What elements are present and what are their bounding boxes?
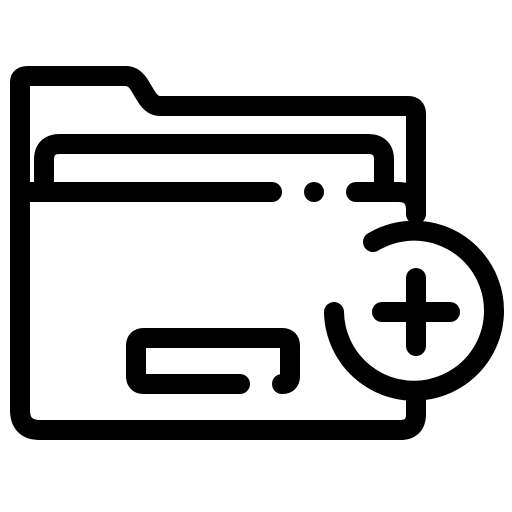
add-folder-icon bbox=[10, 66, 504, 440]
folder-front-edge-right bbox=[346, 182, 426, 220]
icon-canvas bbox=[0, 0, 512, 512]
folder-label-slot-icon bbox=[126, 328, 300, 394]
folder-inner-sheet-icon bbox=[34, 134, 394, 196]
plus-sign-icon bbox=[372, 268, 460, 356]
folder-front-dot bbox=[304, 182, 324, 202]
folder-front-icon bbox=[10, 182, 426, 440]
